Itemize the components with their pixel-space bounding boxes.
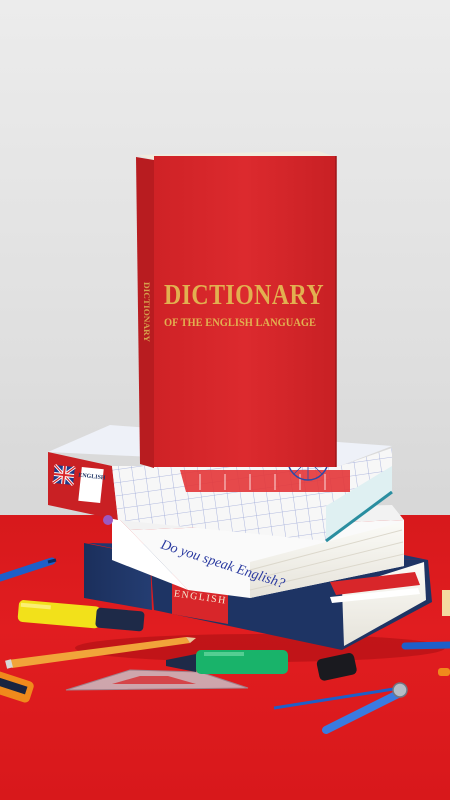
blue-pen-right [401, 641, 450, 650]
wood-block [442, 590, 450, 616]
orange-highlighter [0, 671, 34, 703]
drawing-compass [273, 682, 408, 734]
dictionary-subtitle: OF THE ENGLISH LANGUAGE [164, 317, 316, 329]
orange-cap [438, 668, 450, 676]
purple-badge [103, 515, 113, 525]
red-dictionary-book: DICTIONARY OF THE ENGLISH LANGUAGE DICTI… [136, 151, 337, 468]
photo-drawing: ENGLISH Do you speak English? ENGLISH DI… [0, 151, 450, 734]
dictionary-spine-title: DICTIONARY [142, 282, 151, 342]
blue-pen-left [0, 557, 57, 582]
dictionary-title: DICTIONARY [164, 280, 324, 311]
photo-scene: ENGLISH Do you speak English? ENGLISH DI… [0, 0, 450, 800]
dictionary-front-cover [154, 156, 336, 467]
